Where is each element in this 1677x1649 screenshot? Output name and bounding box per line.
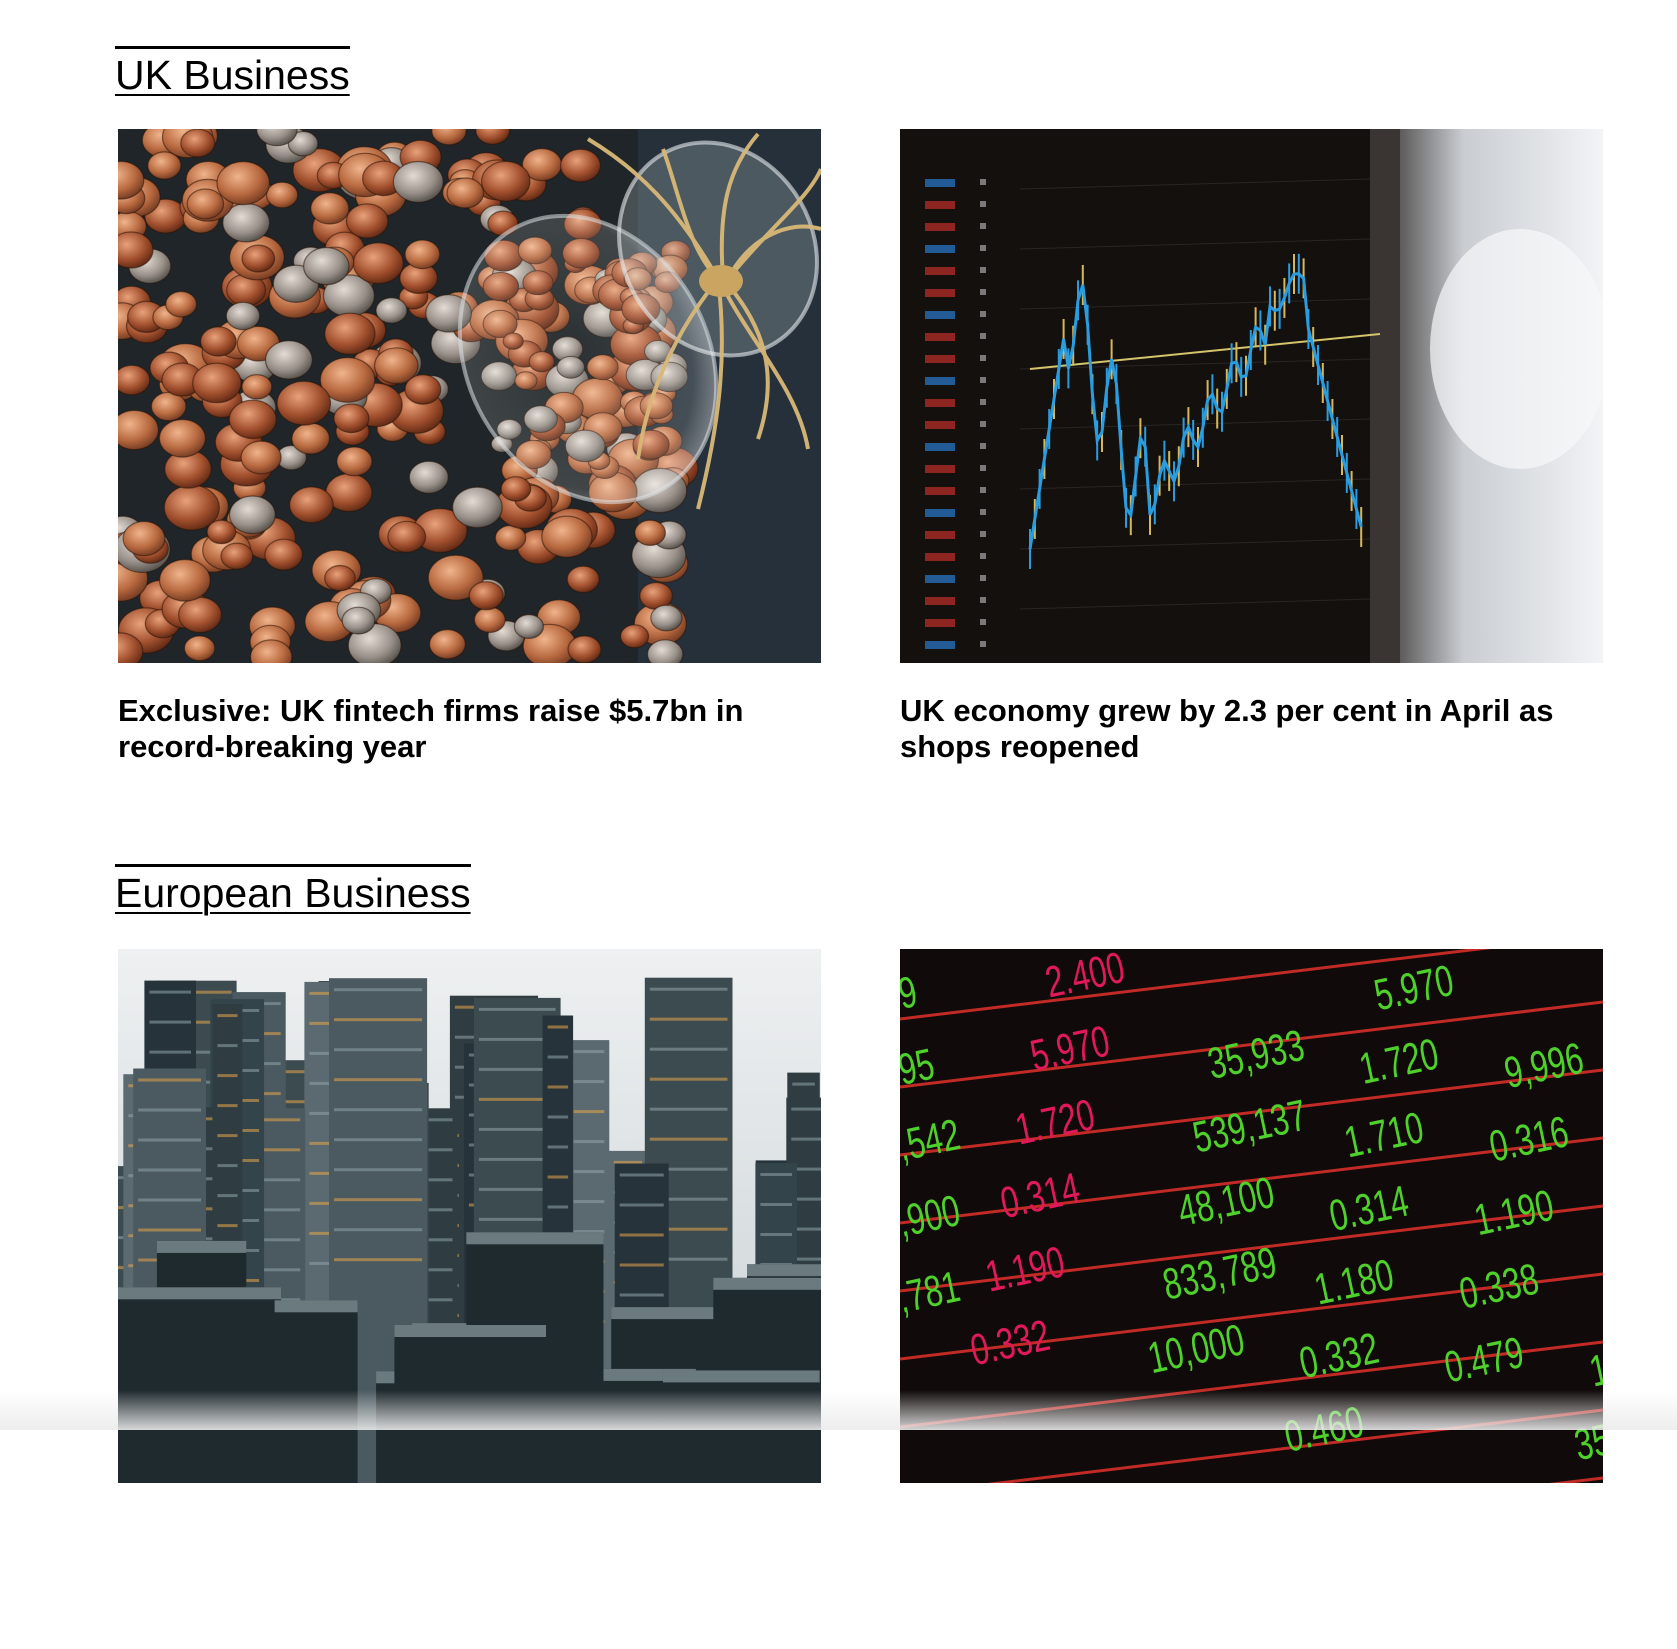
- stock-chart-monitor-photo-icon: [900, 129, 1603, 663]
- article-image-city[interactable]: [118, 949, 821, 1483]
- city-skyline-photo-icon: [118, 949, 821, 1483]
- article-headline[interactable]: Exclusive: UK fintech firms raise $5.7bn…: [118, 693, 821, 765]
- article-image-stock-chart[interactable]: [900, 129, 1603, 663]
- coins-jar-photo-icon: [118, 129, 821, 663]
- section-title-european-business[interactable]: European Business: [115, 864, 471, 914]
- article-image-ticker[interactable]: 2.400 5.970 5.970 35,933 1.720 9,996 1.720 539,…: [900, 949, 1603, 1483]
- article-card-uk-fintech[interactable]: Exclusive: UK fintech firms raise $5.7bn…: [118, 129, 821, 765]
- article-headline[interactable]: UK economy grew by 2.3 per cent in April…: [900, 693, 1603, 765]
- section-uk-business: UK Business Exclusive: UK fintech firms …: [115, 46, 1605, 829]
- article-row: Exclusive: UK fintech firms raise $5.7bn…: [115, 129, 1605, 829]
- article-card-european-ticker[interactable]: 2.400 5.970 5.970 35,933 1.720 9,996 1.720 539,…: [900, 949, 1603, 1483]
- article-image-coins[interactable]: [118, 129, 821, 663]
- article-card-uk-economy[interactable]: UK economy grew by 2.3 per cent in April…: [900, 129, 1603, 765]
- section-title-uk-business[interactable]: UK Business: [115, 46, 350, 96]
- article-row: 2.400 5.970 5.970 35,933 1.720 9,996 1.720 539,…: [115, 949, 1605, 1649]
- section-european-business: European Business 2.400 5.970 5.970 35,9…: [115, 864, 1605, 1649]
- stock-ticker-board-photo-icon: 2.400 5.9705.970 35,933 1.720 9,9961.720 539,…: [900, 949, 1603, 1483]
- article-card-european-city[interactable]: [118, 949, 821, 1483]
